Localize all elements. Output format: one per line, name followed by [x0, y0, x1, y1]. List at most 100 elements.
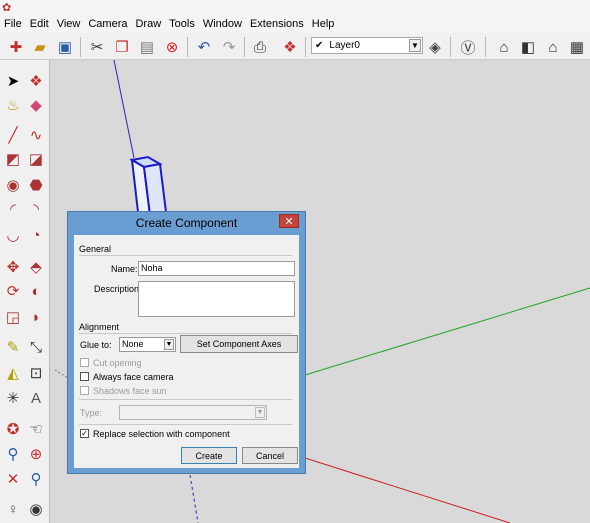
push-pull-icon[interactable]: ⬘	[25, 256, 47, 278]
eraser-icon[interactable]: ◆	[25, 94, 47, 116]
name-label: Name:	[111, 264, 138, 274]
always-face-camera-label: Always face camera	[93, 372, 174, 382]
redo-icon[interactable]: ↷	[219, 37, 239, 57]
toolbar-separator	[80, 37, 81, 57]
styles-icon[interactable]: Ⓥ	[458, 37, 478, 57]
copy-icon[interactable]: ❐	[112, 37, 132, 57]
cut-opening-label: Cut opening	[93, 358, 142, 368]
chevron-down-icon: ▼	[164, 339, 174, 350]
open-icon[interactable]: ▰	[30, 37, 50, 57]
dialog-title: Create Component	[135, 216, 238, 230]
front-view-icon[interactable]: ▦	[567, 37, 587, 57]
set-component-axes-button[interactable]: Set Component Axes	[180, 335, 298, 353]
blue-axis-hidden-line	[189, 474, 199, 523]
axes-icon[interactable]: ✳	[2, 387, 24, 409]
alignment-section-label: Alignment	[79, 322, 120, 332]
cut-opening-checkbox[interactable]	[80, 358, 89, 367]
green-axis-line	[304, 287, 590, 376]
menu-file[interactable]: File	[0, 18, 26, 30]
previous-view-icon[interactable]: ⚲	[25, 468, 47, 490]
shadows-face-sun-label: Shadows face sun	[93, 386, 167, 396]
orbit-icon[interactable]: ✪	[2, 418, 24, 440]
model-info-icon[interactable]: ❖	[280, 37, 300, 57]
scale-icon[interactable]: ◲	[2, 306, 24, 328]
shadows-face-sun-checkbox[interactable]	[80, 386, 89, 395]
cancel-button[interactable]: Cancel	[242, 447, 298, 464]
type-select[interactable]: ▼	[119, 405, 267, 420]
glue-to-select[interactable]: None ▼	[119, 337, 176, 352]
polygon-icon[interactable]: ⬣	[25, 174, 47, 196]
paste-icon[interactable]: ▤	[137, 37, 157, 57]
erase-icon[interactable]: ⊗	[162, 37, 182, 57]
main-toolbar: ✚ ▰ ▣ ✂ ❐ ▤ ⊗ ↶ ↷ ⎙ ❖ ◈ Ⓥ ⌂ ◧ ⌂ ▦	[0, 33, 590, 60]
replace-selection-label: Replace selection with component	[93, 429, 230, 439]
freehand-icon[interactable]: ∿	[25, 124, 47, 146]
warehouse-icon[interactable]: ⌂	[494, 37, 514, 57]
move-icon[interactable]: ✥	[2, 256, 24, 278]
paint-bucket-icon[interactable]: ♨	[2, 94, 24, 116]
layer-selector[interactable]: ✔ Layer0 ▼	[311, 37, 423, 54]
menu-window[interactable]: Window	[199, 18, 246, 30]
layer-name: Layer0	[329, 40, 360, 51]
glue-to-label: Glue to:	[80, 340, 112, 350]
undo-icon[interactable]: ↶	[194, 37, 214, 57]
dimension-icon[interactable]: ⤡	[25, 336, 47, 358]
always-face-camera-checkbox[interactable]	[80, 372, 89, 381]
line-icon[interactable]: ╱	[2, 124, 24, 146]
pan-icon[interactable]: ☜	[25, 418, 47, 440]
replace-selection-checkbox[interactable]: ✓	[80, 429, 89, 438]
components-icon[interactable]: ◧	[518, 37, 538, 57]
offset-icon[interactable]: ◗	[25, 306, 47, 328]
menu-draw[interactable]: Draw	[131, 18, 165, 30]
follow-me-icon[interactable]: ◐	[25, 280, 47, 302]
menu-extensions[interactable]: Extensions	[246, 18, 308, 30]
select-icon[interactable]: ➤	[2, 70, 24, 92]
menu-view[interactable]: View	[53, 18, 85, 30]
two-point-arc-icon[interactable]: ◝	[25, 198, 47, 220]
rotated-rectangle-icon[interactable]: ◪	[25, 148, 47, 170]
type-label: Type:	[80, 408, 103, 418]
circle-icon[interactable]: ◉	[2, 174, 24, 196]
position-camera-icon[interactable]: ♀	[2, 498, 24, 520]
tape-measure-icon[interactable]: ✎	[2, 336, 24, 358]
general-section-label: General	[79, 244, 112, 254]
menu-help[interactable]: Help	[308, 18, 339, 30]
chevron-down-icon[interactable]: ▼	[409, 39, 421, 52]
name-field[interactable]: Noha	[138, 261, 295, 276]
make-component-icon[interactable]: ❖	[25, 70, 47, 92]
divider	[79, 399, 292, 400]
look-around-icon[interactable]: ◉	[25, 498, 47, 520]
print-icon[interactable]: ⎙	[250, 37, 270, 57]
zoom-icon[interactable]: ⚲	[2, 443, 24, 465]
description-field[interactable]	[138, 281, 295, 317]
toolbar-separator	[450, 37, 451, 57]
protractor-icon[interactable]: ◭	[2, 362, 24, 384]
home-icon[interactable]: ⌂	[543, 37, 563, 57]
three-point-arc-icon[interactable]: ◡	[2, 224, 24, 246]
pie-icon[interactable]: ◔	[25, 224, 47, 246]
divider	[79, 424, 292, 425]
new-icon[interactable]: ✚	[6, 37, 26, 57]
text-icon[interactable]: ⊡	[25, 362, 47, 384]
zoom-extents-icon[interactable]: ✕	[2, 468, 24, 490]
save-icon[interactable]: ▣	[55, 37, 75, 57]
rotate-icon[interactable]: ⟳	[2, 280, 24, 302]
close-icon[interactable]: ✕	[279, 214, 299, 228]
toolbar-separator	[485, 37, 486, 57]
menu-camera[interactable]: Camera	[84, 18, 131, 30]
blue-axis-line	[113, 60, 135, 159]
3d-text-icon[interactable]: A	[25, 387, 47, 409]
arc-icon[interactable]: ◜	[2, 198, 24, 220]
rectangle-icon[interactable]: ◩	[2, 148, 24, 170]
glue-to-value: None	[122, 339, 144, 349]
left-toolbar: ➤ ❖ ♨ ◆ ╱ ∿ ◩ ◪ ◉ ⬣ ◜ ◝ ◡ ◔ ✥ ⬘ ⟳ ◐ ◲ ◗ …	[0, 60, 50, 523]
app-icon: ✿	[2, 2, 12, 14]
toolbar-separator	[244, 37, 245, 57]
zoom-window-icon[interactable]: ⊕	[25, 443, 47, 465]
create-button[interactable]: Create	[181, 447, 237, 464]
layer-manager-icon[interactable]: ◈	[425, 37, 445, 57]
cut-icon[interactable]: ✂	[87, 37, 107, 57]
menu-edit[interactable]: Edit	[26, 18, 53, 30]
chevron-down-icon: ▼	[255, 407, 265, 418]
menu-tools[interactable]: Tools	[165, 18, 199, 30]
